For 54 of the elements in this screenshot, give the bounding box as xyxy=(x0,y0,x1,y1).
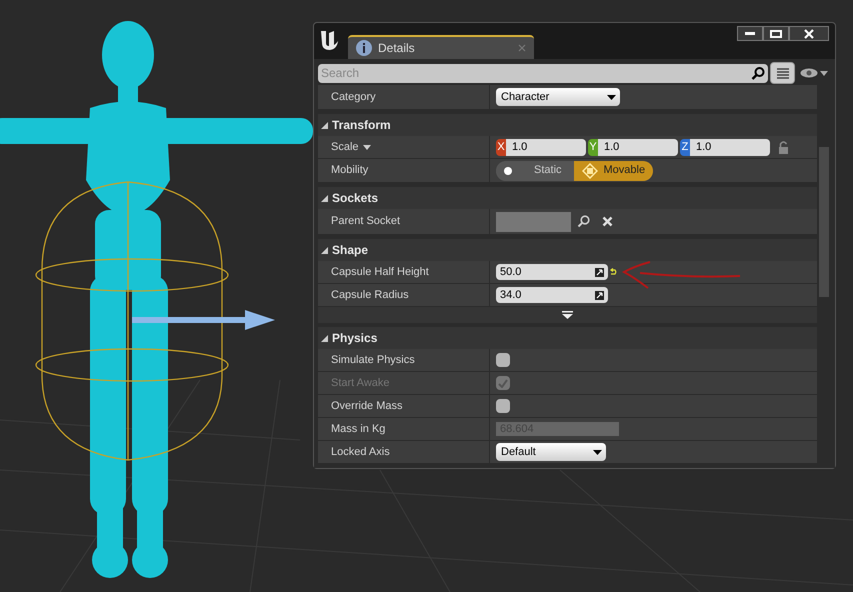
minimize-button[interactable] xyxy=(737,26,763,41)
property-label: Mass in Kg xyxy=(331,422,386,437)
lock-icon[interactable] xyxy=(778,140,789,154)
view-options-button[interactable] xyxy=(770,62,795,84)
list-view-icon xyxy=(776,67,790,79)
socket-field[interactable] xyxy=(496,212,571,232)
spin-arrows-icon xyxy=(595,268,604,276)
mobility-option[interactable]: Movable xyxy=(574,160,654,180)
property-label: Capsule Half Height xyxy=(331,264,429,280)
details-tab[interactable]: Details xyxy=(348,35,534,59)
number-field[interactable]: 1.0 xyxy=(598,138,678,156)
search-field[interactable]: Search xyxy=(318,64,751,82)
number-field[interactable]: 1.0 xyxy=(506,138,586,156)
dropdown[interactable]: Character xyxy=(496,88,620,106)
clear-icon[interactable] xyxy=(602,216,613,227)
number-field[interactable]: 50.0 xyxy=(496,264,608,280)
spin-arrows-icon xyxy=(595,290,604,300)
reset-arrow-icon[interactable] xyxy=(610,268,617,276)
search-icon[interactable] xyxy=(577,215,590,228)
dropdown[interactable]: Default xyxy=(496,443,606,461)
close-button[interactable] xyxy=(789,26,829,41)
eye-icon xyxy=(800,68,818,78)
axis-label: Z xyxy=(680,138,690,156)
number-field[interactable]: 1.0 xyxy=(690,138,770,156)
caret-icon xyxy=(362,144,371,150)
section-header[interactable]: Transform xyxy=(318,114,817,136)
dot-icon xyxy=(504,166,512,174)
caret-icon xyxy=(820,70,828,76)
number-field[interactable]: 34.0 xyxy=(496,287,608,303)
engine-logo-icon xyxy=(318,29,340,51)
move-arrows-icon xyxy=(582,162,598,178)
maximize-button[interactable] xyxy=(763,26,789,41)
section-header[interactable]: Shape xyxy=(318,239,817,261)
property-label: Scale xyxy=(331,138,371,156)
close-icon xyxy=(804,28,814,38)
property-label: Simulate Physics xyxy=(331,352,415,368)
axis-label: Y xyxy=(588,138,598,156)
checkbox[interactable] xyxy=(496,399,510,413)
section-header[interactable]: Physics xyxy=(318,327,817,349)
caret-icon xyxy=(593,450,602,454)
property-label: Capsule Radius xyxy=(331,288,409,303)
property-label: Locked Axis xyxy=(331,444,390,460)
section-header[interactable]: Sockets xyxy=(318,187,817,209)
checkbox[interactable] xyxy=(496,353,510,367)
info-icon xyxy=(356,40,372,56)
property-label: Mobility xyxy=(331,163,368,178)
expand-advanced-icon[interactable] xyxy=(562,311,573,319)
caret-icon xyxy=(607,94,616,100)
property-label: Parent Socket xyxy=(331,214,400,230)
property-label: Category xyxy=(331,90,376,105)
property-label: Override Mass xyxy=(331,398,403,414)
property-label: Start Awake xyxy=(331,376,390,391)
search-icon[interactable] xyxy=(751,64,768,82)
axis-label: X xyxy=(496,138,506,156)
